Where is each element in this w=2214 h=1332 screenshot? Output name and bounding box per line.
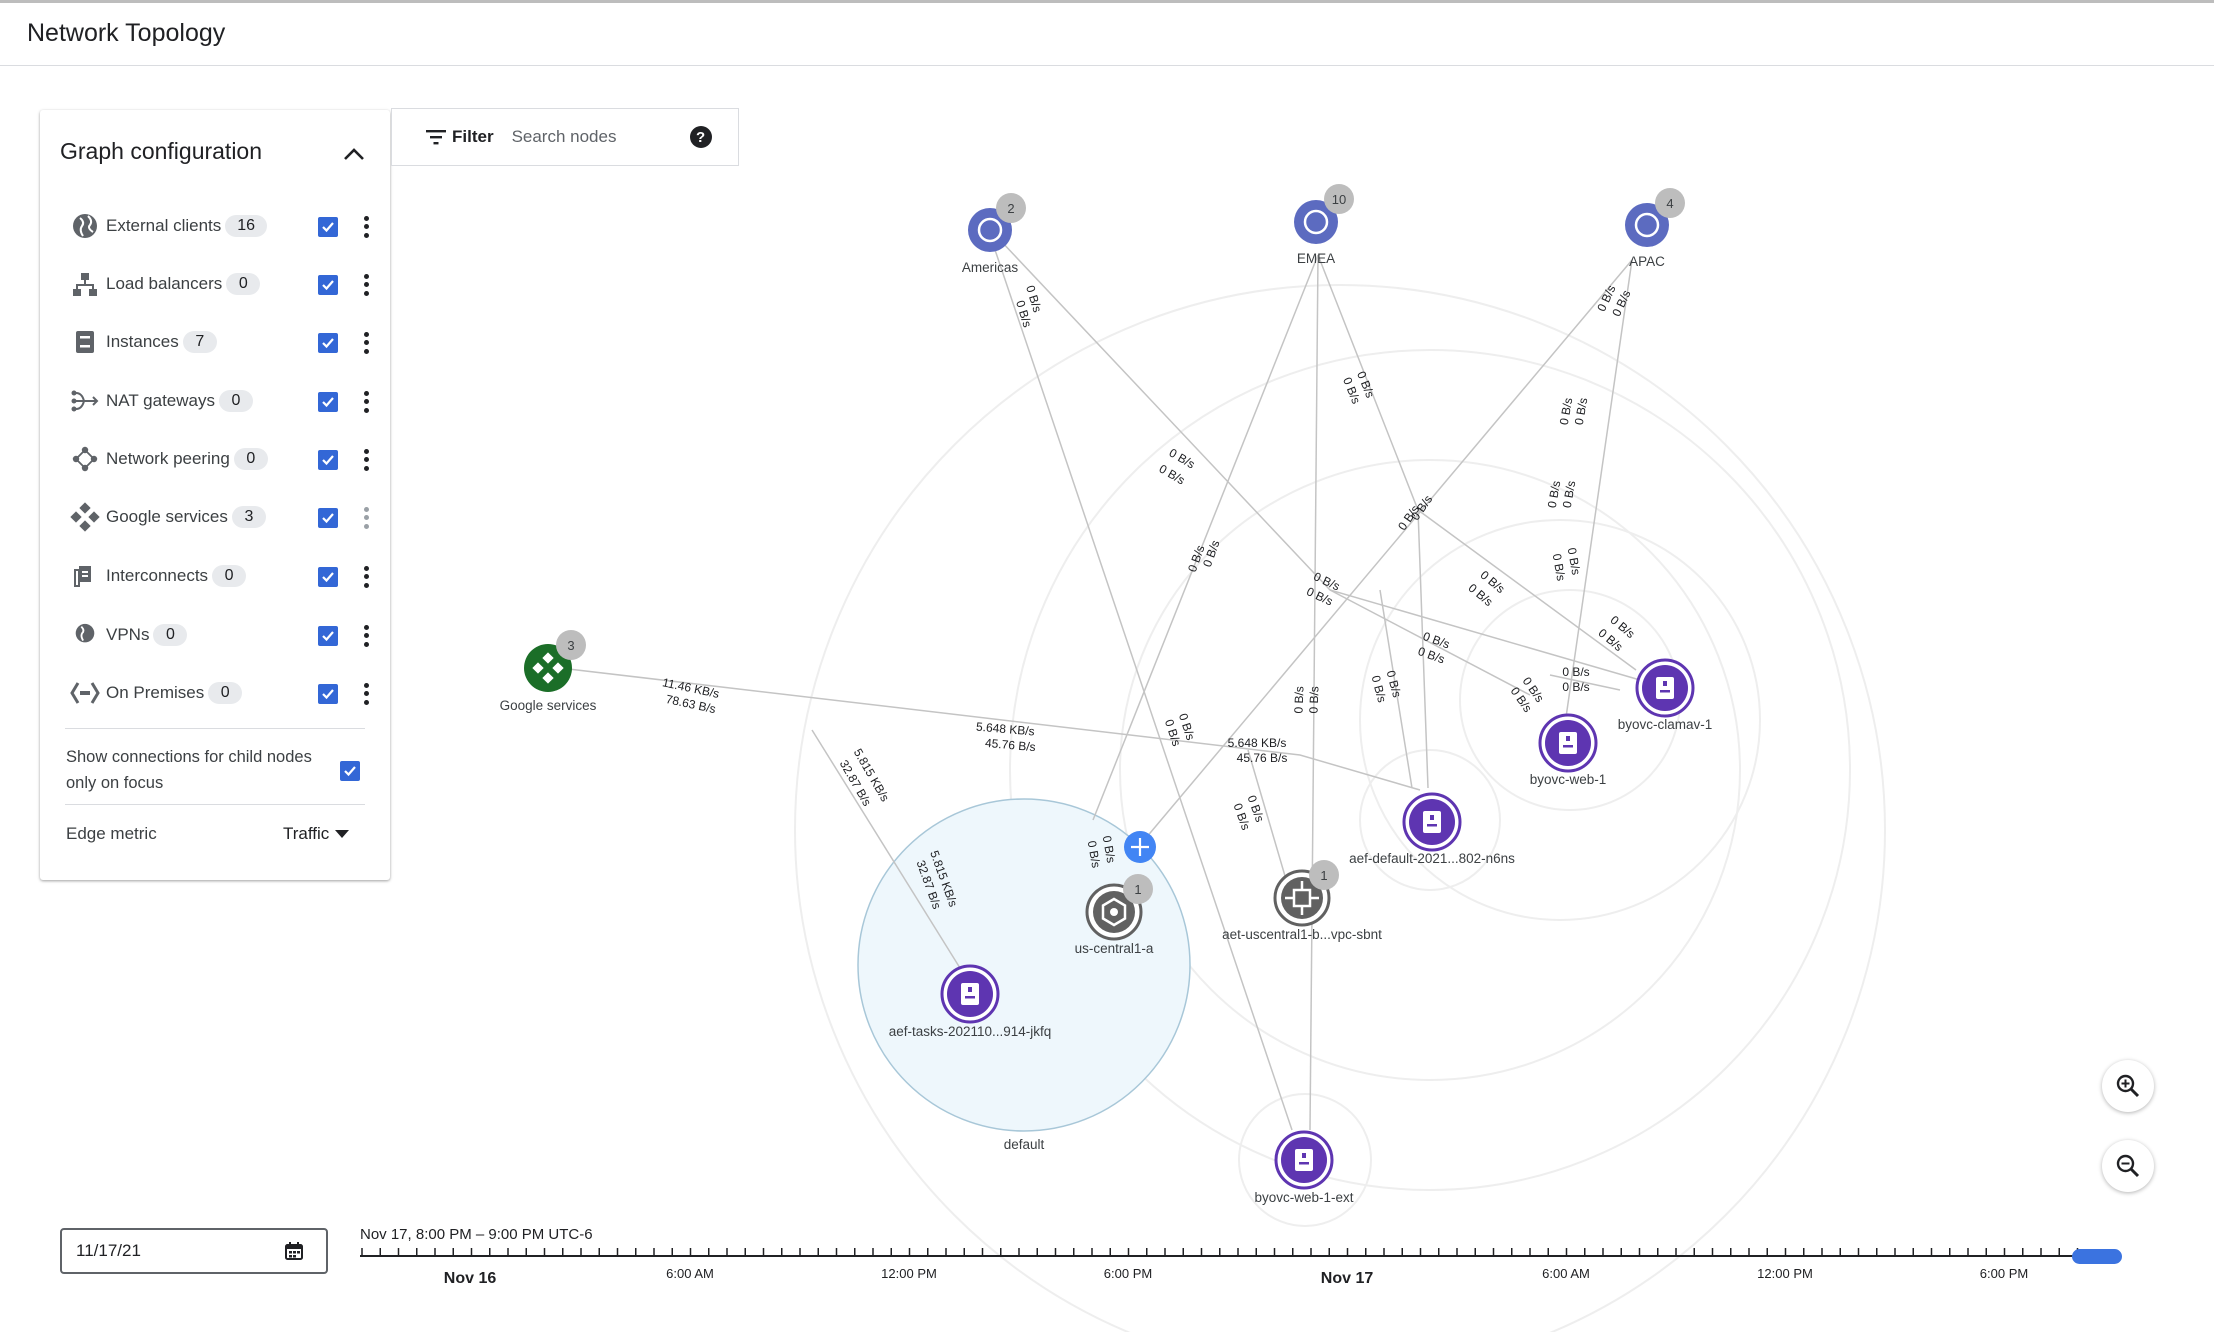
edge-label: 0 B/s xyxy=(1550,553,1569,582)
node-label: byovc-web-1-ext xyxy=(1254,1190,1353,1205)
region-node-americas[interactable]: 2 Americas xyxy=(962,193,1026,275)
zoom-in-button[interactable] xyxy=(2102,1060,2154,1112)
edge-labels: 0 B/s 0 B/s 0 B/s 0 B/s 0 B/s 0 B/s 0 B/… xyxy=(661,283,1637,911)
node-label: aef-tasks-202110...914-jkfq xyxy=(889,1024,1052,1039)
instance-node-byovc-clamav-1[interactable]: byovc-clamav-1 xyxy=(1618,658,1713,732)
topology-graph[interactable]: 0 B/s 0 B/s 0 B/s 0 B/s 0 B/s 0 B/s 0 B/… xyxy=(0,0,2214,1332)
node-label: aef-default-2021...802-n6ns xyxy=(1349,851,1515,866)
calendar-icon xyxy=(285,1242,303,1260)
timeline-range-label: Nov 17, 8:00 PM – 9:00 PM UTC-6 xyxy=(360,1226,593,1243)
node-label: EMEA xyxy=(1297,251,1335,266)
timeline-axis[interactable]: Nov 16 6:00 AM 12:00 PM 6:00 PM Nov 17 6… xyxy=(360,1248,2122,1287)
zoom-out-button[interactable] xyxy=(2102,1140,2154,1192)
timeline-tick-label: 12:00 PM xyxy=(881,1266,937,1281)
google-services-node[interactable]: 3 Google services xyxy=(500,630,597,713)
background-rings xyxy=(794,284,1886,1332)
timeline-tick-label: 12:00 PM xyxy=(1757,1266,1813,1281)
node-label: byovc-web-1 xyxy=(1530,772,1607,787)
subnet-node-aet-uscentral1-b[interactable]: 1 aet-uscentral1-b...vpc-sbnt xyxy=(1222,860,1382,942)
edge-label: 0 B/s xyxy=(1562,665,1589,679)
timeline-tick-label: Nov 17 xyxy=(1321,1270,1374,1287)
region-node-apac[interactable]: 4 APAC xyxy=(1625,188,1685,269)
edge-label: 0 B/s xyxy=(1562,680,1589,694)
zoom-out-icon xyxy=(2116,1154,2140,1178)
edge-label: 0 B/s xyxy=(1292,686,1307,714)
edge-label: 45.76 B/s xyxy=(984,736,1036,754)
node-badge-count: 1 xyxy=(1134,882,1141,897)
date-field xyxy=(60,1228,328,1274)
node-badge-count: 2 xyxy=(1007,201,1014,216)
timeline-tick-label: 6:00 AM xyxy=(666,1266,714,1281)
node-badge-count: 3 xyxy=(567,638,574,653)
collapse-marker-icon[interactable] xyxy=(1124,831,1156,863)
edge-label: 45.76 B/s xyxy=(1237,751,1288,765)
calendar-button[interactable] xyxy=(284,1241,304,1261)
node-badge-count: 10 xyxy=(1332,192,1346,207)
timeline-tick-label: 6:00 PM xyxy=(1104,1266,1152,1281)
node-badge-count: 4 xyxy=(1666,196,1673,211)
instance-node-byovc-web-1-ext[interactable]: byovc-web-1-ext xyxy=(1254,1130,1354,1205)
network-label: default xyxy=(1004,1137,1045,1152)
instance-node-byovc-web-1[interactable]: byovc-web-1 xyxy=(1530,713,1607,787)
date-input[interactable] xyxy=(76,1241,276,1261)
edge-label: 0 B/s xyxy=(1307,686,1322,714)
timeline-tick-label: 6:00 PM xyxy=(1980,1266,2028,1281)
zoom-in-icon xyxy=(2116,1074,2140,1098)
timeline-tick-label: 6:00 AM xyxy=(1542,1266,1590,1281)
node-label: Google services xyxy=(500,698,597,713)
node-label: Americas xyxy=(962,260,1019,275)
edge-label: 5.648 KB/s xyxy=(1228,736,1287,750)
timeline-range-handle[interactable] xyxy=(2072,1249,2122,1264)
node-badge-count: 1 xyxy=(1320,868,1327,883)
instance-node-aef-default[interactable]: aef-default-2021...802-n6ns xyxy=(1349,792,1515,866)
node-label: APAC xyxy=(1629,254,1665,269)
node-label: aet-uscentral1-b...vpc-sbnt xyxy=(1222,927,1382,942)
node-label: byovc-clamav-1 xyxy=(1618,717,1713,732)
region-node-emea[interactable]: 10 EMEA xyxy=(1294,184,1354,266)
timeline-tick-label: Nov 16 xyxy=(444,1270,497,1287)
node-label: us-central1-a xyxy=(1075,941,1154,956)
